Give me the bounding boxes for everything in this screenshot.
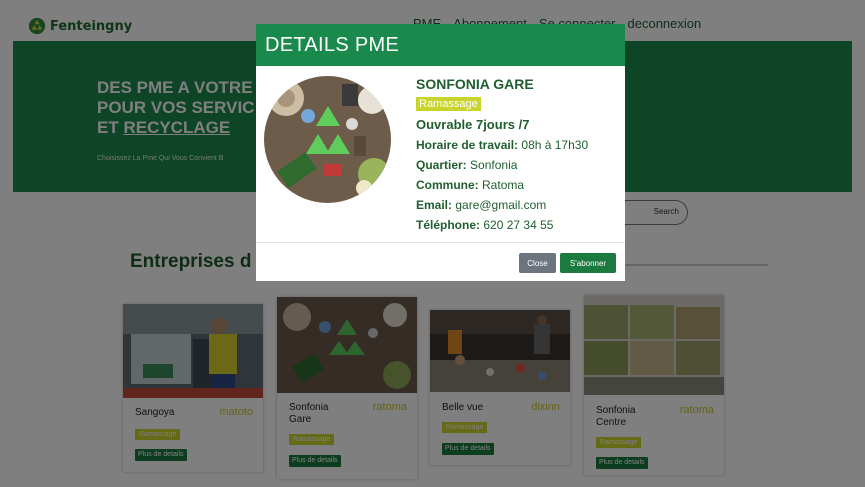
close-button[interactable]: Close <box>519 253 556 273</box>
pme-category-tag: Ramassage <box>416 97 481 111</box>
pme-hours-label: Horaire de travail: <box>416 138 519 152</box>
pme-info: SONFONIA GARE Ramassage Ouvrable 7jours … <box>416 76 621 232</box>
pme-name: SONFONIA GARE <box>416 76 534 92</box>
modal-footer-divider <box>256 242 625 243</box>
pme-phone-value: 620 27 34 55 <box>483 218 554 232</box>
pme-quartier-value: Sonfonia <box>470 158 518 172</box>
pme-email-value: gare@gmail.com <box>455 198 547 212</box>
modal-header: DETAILS PME <box>256 24 625 66</box>
pme-hours: Horaire de travail: 08h à 17h30 <box>416 138 621 152</box>
page: Fenteingny PME Abonnement Se connecter d… <box>0 0 865 487</box>
pme-commune: Commune: Ratoma <box>416 178 621 192</box>
pme-photo <box>264 76 391 203</box>
recycle-photo-image <box>264 76 391 203</box>
modal-title: DETAILS PME <box>265 34 400 56</box>
pme-hours-value: 08h à 17h30 <box>521 138 589 152</box>
details-modal: DETAILS PME SONFONIA GARE Ramassage Ouvr… <box>256 24 625 281</box>
pme-quartier-label: Quartier: <box>416 158 467 172</box>
subscribe-button[interactable]: S'abonner <box>560 253 616 273</box>
pme-phone-label: Téléphone: <box>416 218 481 232</box>
pme-quartier: Quartier: Sonfonia <box>416 158 621 172</box>
pme-open-days: Ouvrable 7jours /7 <box>416 117 530 132</box>
pme-email-label: Email: <box>416 198 453 212</box>
pme-commune-label: Commune: <box>416 178 479 192</box>
pme-email: Email: gare@gmail.com <box>416 198 621 212</box>
pme-commune-value: Ratoma <box>482 178 525 192</box>
pme-phone: Téléphone: 620 27 34 55 <box>416 218 621 232</box>
